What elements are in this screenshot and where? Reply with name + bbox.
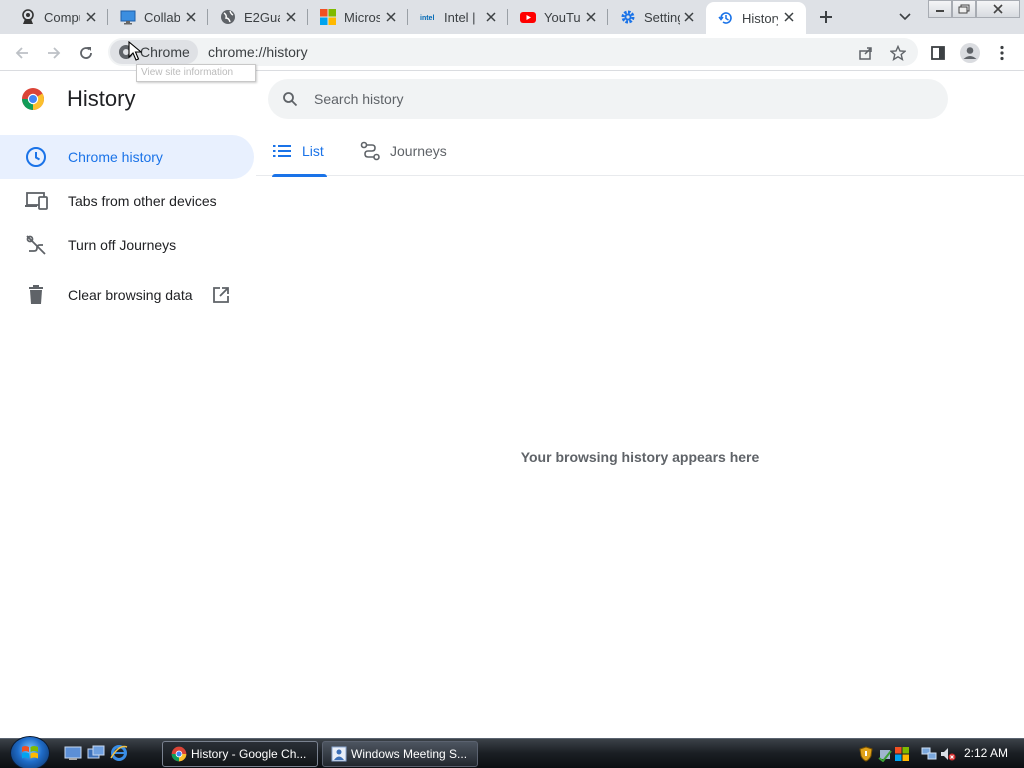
journeys-icon — [360, 141, 380, 161]
devices-icon — [24, 189, 48, 213]
show-desktop-icon[interactable] — [64, 744, 82, 762]
svg-text:intel: intel — [420, 15, 434, 22]
journeys-off-icon — [24, 233, 48, 257]
start-button[interactable] — [10, 736, 50, 768]
tab-history[interactable]: History — [706, 2, 806, 34]
safely-remove-icon[interactable] — [877, 746, 893, 763]
volume-muted-icon[interactable] — [940, 746, 956, 762]
chrome-logo-icon — [21, 87, 45, 111]
sidebar-item-chrome-history[interactable]: Chrome history — [0, 135, 254, 179]
tab-youtube[interactable]: YouTube — [508, 0, 608, 34]
history-tabs: List Journeys — [256, 126, 1024, 177]
search-icon — [280, 89, 300, 109]
tab-close-icon[interactable] — [84, 10, 98, 24]
search-bar[interactable] — [268, 79, 948, 119]
chrome-icon — [171, 746, 187, 762]
internet-explorer-icon[interactable] — [110, 744, 128, 762]
profile-avatar[interactable] — [956, 39, 984, 67]
reload-button[interactable] — [72, 39, 100, 67]
search-input[interactable] — [314, 91, 874, 107]
computer-icon — [20, 9, 36, 25]
clock-icon — [24, 145, 48, 169]
tab-settings[interactable]: Settings — [608, 0, 706, 34]
sidebar-item-tabs-other-devices[interactable]: Tabs from other devices — [0, 179, 256, 223]
side-panel-icon[interactable] — [924, 39, 952, 67]
tab-computer[interactable]: Computer — [8, 0, 108, 34]
new-tab-button[interactable] — [813, 4, 839, 30]
tab-list[interactable]: List — [272, 126, 327, 177]
forward-button[interactable] — [40, 39, 68, 67]
page-title: History — [67, 86, 136, 111]
tab-search-button[interactable] — [892, 4, 918, 30]
restore-button[interactable] — [952, 0, 976, 18]
tab-e2guardian[interactable]: E2Guardian — [208, 0, 308, 34]
external-link-icon — [212, 286, 230, 304]
empty-history-message: Your browsing history appears here — [520, 449, 760, 465]
youtube-icon — [520, 9, 536, 25]
site-info-chip[interactable]: Chrome — [110, 40, 198, 64]
share-icon[interactable] — [852, 39, 880, 67]
tab-close-icon[interactable] — [484, 10, 498, 24]
url-text[interactable]: chrome://history — [208, 44, 308, 60]
gear-icon — [620, 9, 636, 25]
intel-icon: intel — [420, 9, 436, 25]
taskbar: History - Google Ch... Windows Meeting S… — [0, 736, 1024, 768]
list-icon — [272, 141, 292, 161]
tab-strip: Computer Collaboration E2Guardian Micros… — [0, 0, 1024, 34]
network-icon[interactable] — [921, 746, 937, 762]
more-menu-icon[interactable] — [988, 39, 1016, 67]
address-bar[interactable]: Chrome chrome://history — [108, 38, 918, 66]
tab-close-icon[interactable] — [184, 10, 198, 24]
taskbar-clock[interactable]: 2:12 AM — [964, 746, 1008, 760]
minimize-button[interactable] — [928, 0, 952, 18]
tab-collaboration[interactable]: Collaboration — [108, 0, 208, 34]
sidebar-item-turn-off-journeys[interactable]: Turn off Journeys — [0, 223, 256, 267]
tab-close-icon[interactable] — [384, 10, 398, 24]
history-icon — [718, 10, 734, 26]
tab-intel[interactable]: intel Intel | Data Center — [408, 0, 508, 34]
tooltip: View site information — [136, 64, 256, 82]
tab-close-icon[interactable] — [682, 10, 696, 24]
taskbar-button-meeting-space[interactable]: Windows Meeting S... — [322, 741, 478, 767]
windows-logo-icon — [22, 746, 38, 759]
taskbar-button-history-chrome[interactable]: History - Google Ch... — [162, 741, 318, 767]
windows-update-icon[interactable] — [894, 746, 910, 762]
trash-icon — [24, 283, 48, 307]
mouse-cursor-icon — [128, 40, 143, 66]
bookmark-star-icon[interactable] — [884, 39, 912, 67]
tab-close-icon[interactable] — [284, 10, 298, 24]
switch-windows-icon[interactable] — [87, 744, 105, 762]
back-button[interactable] — [8, 39, 36, 67]
security-shield-icon[interactable] — [858, 746, 874, 762]
tab-close-icon[interactable] — [782, 10, 796, 24]
tab-journeys[interactable]: Journeys — [360, 126, 460, 176]
tab-microsoft[interactable]: Microsoft — [308, 0, 408, 34]
sidebar-item-clear-browsing-data[interactable]: Clear browsing data — [0, 273, 256, 317]
monitor-icon — [120, 9, 136, 25]
close-window-button[interactable] — [976, 0, 1020, 18]
tab-close-icon[interactable] — [584, 10, 598, 24]
globe-icon — [220, 9, 236, 25]
microsoft-icon — [320, 9, 336, 25]
meeting-space-icon — [331, 746, 347, 762]
